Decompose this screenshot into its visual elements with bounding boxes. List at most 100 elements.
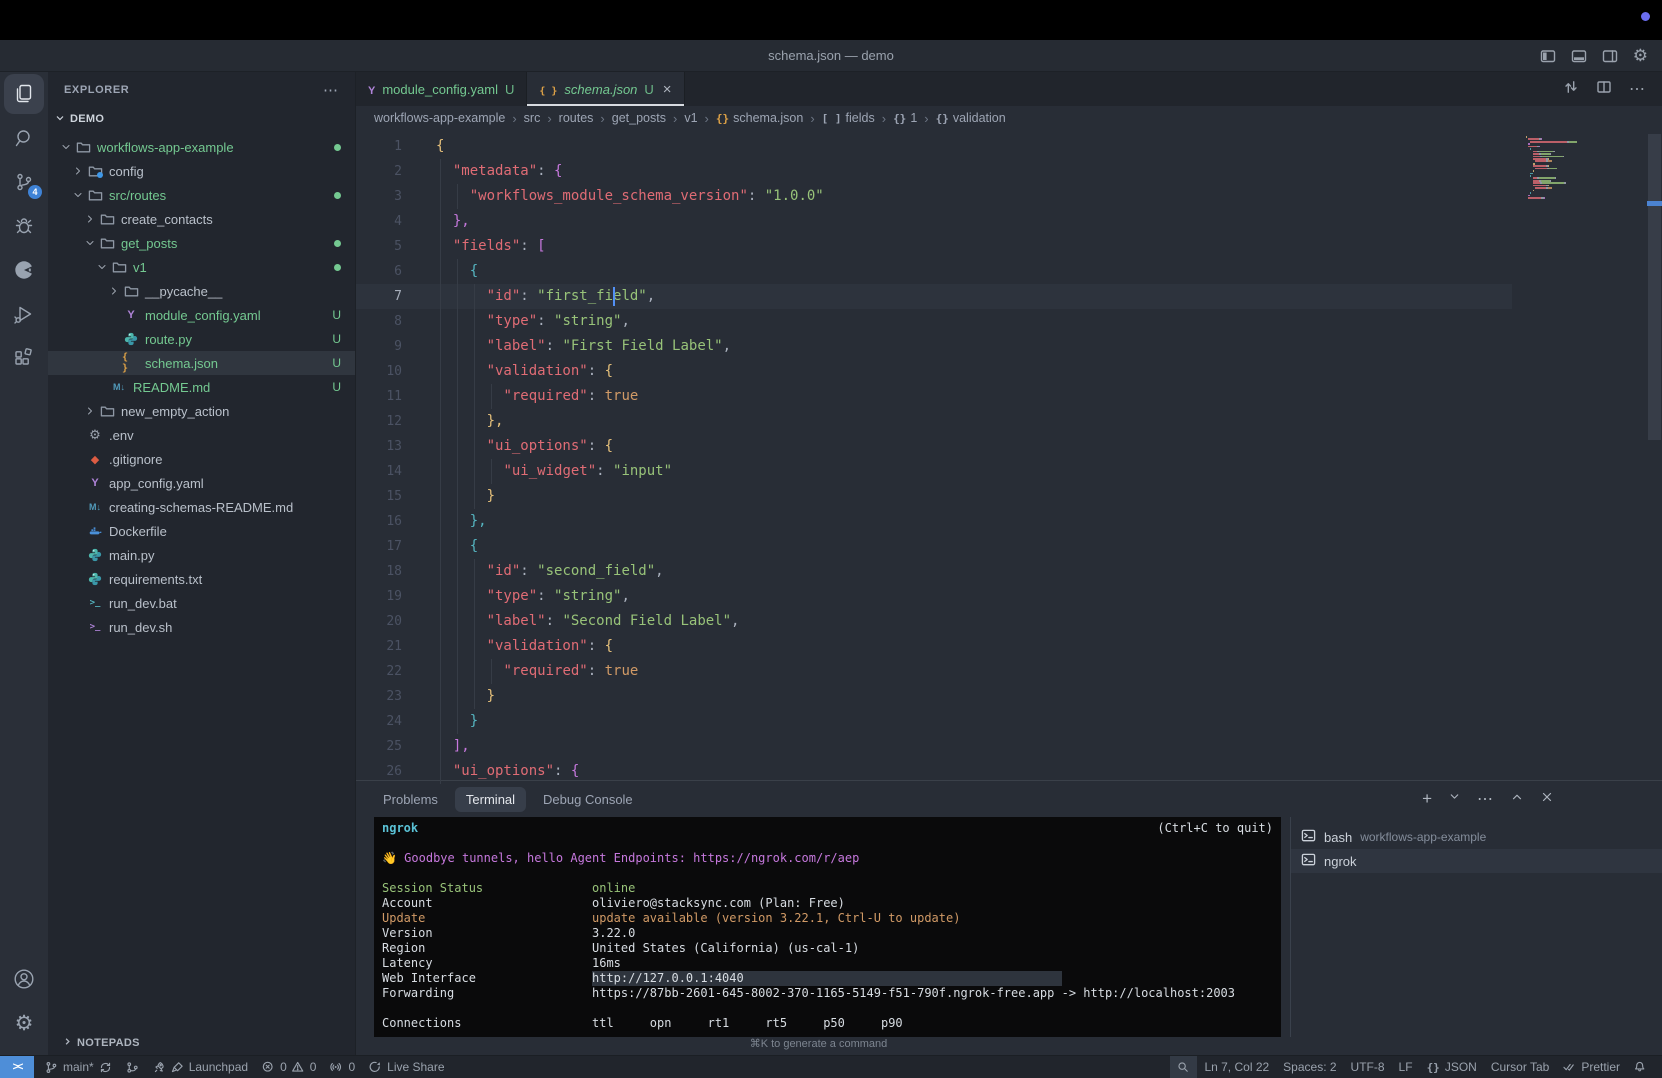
layout-sidebar-left-icon[interactable]	[1540, 48, 1556, 64]
tree-item-route.py[interactable]: route.pyU	[48, 327, 355, 351]
breadcrumb-item-src[interactable]: src	[524, 111, 541, 125]
breadcrumb-item-v1[interactable]: v1	[684, 111, 697, 125]
tree-item-requirements.txt[interactable]: requirements.txt	[48, 567, 355, 591]
terminal-output[interactable]: ngrok(Ctrl+C to quit) 👋 Goodbye tunnels,…	[374, 817, 1281, 1037]
tree-item-src/routes[interactable]: src/routes	[48, 183, 355, 207]
close-panel-icon[interactable]	[1540, 790, 1554, 809]
breadcrumb-label: get_posts	[612, 111, 666, 125]
tree-item-README.md[interactable]: M↓README.mdU	[48, 375, 355, 399]
tree-item-.gitignore[interactable]: ◆.gitignore	[48, 447, 355, 471]
tree-item-__pycache__[interactable]: __pycache__	[48, 279, 355, 303]
status-prettier[interactable]: Prettier	[1556, 1056, 1627, 1078]
scrollbar-thumb[interactable]	[1648, 134, 1661, 440]
settings-gear-icon[interactable]: ⚙	[1633, 47, 1648, 64]
tree-item-get_posts[interactable]: get_posts	[48, 231, 355, 255]
panel-tab-problems[interactable]: Problems	[372, 787, 449, 812]
status-git-branch[interactable]: main*	[38, 1056, 119, 1078]
status-problems[interactable]: 00	[255, 1056, 323, 1078]
breadcrumb-item-get_posts[interactable]: get_posts	[612, 111, 666, 125]
status-eol[interactable]: LF	[1392, 1056, 1420, 1078]
folder-icon	[98, 236, 116, 251]
breadcrumb-item-schema.json[interactable]: {}schema.json	[716, 111, 803, 125]
status-notifications[interactable]	[1627, 1056, 1654, 1078]
tree-item-Dockerfile[interactable]: Dockerfile	[48, 519, 355, 543]
activitybar-explorer[interactable]	[4, 74, 44, 114]
indent-guide	[474, 609, 475, 634]
symbol-icon: [ ]	[822, 112, 842, 125]
layout-panel-bottom-icon[interactable]	[1571, 48, 1587, 64]
indent-guide	[440, 459, 441, 484]
activitybar-settings[interactable]: ⚙	[4, 1003, 44, 1043]
maximize-panel-icon[interactable]	[1510, 790, 1524, 809]
activitybar-extensions[interactable]	[4, 338, 44, 378]
status-indentation[interactable]: Spaces: 2	[1276, 1056, 1343, 1078]
minimap[interactable]	[1526, 136, 1644, 199]
code-line-20: 20 "label": "Second Field Label",	[356, 609, 1512, 634]
remote-indicator[interactable]: ><	[0, 1056, 34, 1078]
tree-item-module_config.yaml[interactable]: Ymodule_config.yamlU	[48, 303, 355, 327]
activitybar-run-debug[interactable]	[4, 294, 44, 334]
chevron-right-icon	[62, 1036, 73, 1050]
editor-tab-bar: Ymodule_config.yamlU{ }schema.jsonU× ⋯	[356, 72, 1662, 106]
panel-tab-debug-console[interactable]: Debug Console	[532, 787, 644, 812]
tree-item-main.py[interactable]: main.py	[48, 543, 355, 567]
activitybar-bug[interactable]	[4, 206, 44, 246]
breadcrumb-item-1[interactable]: {}1	[893, 111, 917, 125]
tree-item-schema.json[interactable]: { }schema.jsonU	[48, 351, 355, 375]
editor-tab-module_config.yaml[interactable]: Ymodule_config.yamlU	[356, 72, 527, 106]
status-cursor-tab[interactable]: Cursor Tab	[1484, 1056, 1556, 1078]
breadcrumb-item-fields[interactable]: [ ]fields	[822, 111, 875, 125]
breadcrumb: workflows-app-example›src›routes›get_pos…	[356, 106, 1662, 130]
status-language-mode[interactable]: {}JSON	[1420, 1056, 1484, 1078]
yaml-icon: Y	[86, 477, 104, 489]
activitybar-search[interactable]	[4, 118, 44, 158]
terminal-list-item-ngrok[interactable]: ngrok	[1291, 849, 1662, 873]
close-icon[interactable]: ×	[663, 81, 672, 98]
indent-guide	[440, 759, 441, 784]
activitybar-account[interactable]	[4, 959, 44, 999]
status-git-graph[interactable]	[119, 1056, 146, 1078]
tree-item-.env[interactable]: ⚙.env	[48, 423, 355, 447]
more-icon[interactable]: ⋯	[1477, 789, 1494, 809]
status-encoding[interactable]: UTF-8	[1344, 1056, 1392, 1078]
breadcrumb-item-routes[interactable]: routes	[559, 111, 594, 125]
terminal-line: Web Interfacehttp://127.0.0.1:4040	[382, 971, 1273, 986]
split-editor-icon[interactable]	[1596, 79, 1612, 100]
layout-sidebar-right-icon[interactable]	[1602, 48, 1618, 64]
activity-bar: 4⚙	[0, 72, 48, 1055]
terminal-list-item-bash[interactable]: bashworkflows-app-example	[1291, 825, 1662, 849]
panel-tab-terminal[interactable]: Terminal	[455, 787, 526, 812]
tree-item-workflows-app-example[interactable]: workflows-app-example	[48, 135, 355, 159]
explorer-more-icon[interactable]: ⋯	[323, 81, 339, 99]
workspace-section-demo[interactable]: DEMO	[48, 107, 355, 131]
new-terminal-icon[interactable]: +	[1422, 790, 1432, 809]
status-live-share[interactable]: Live Share	[362, 1056, 451, 1078]
editor-tab-schema.json[interactable]: { }schema.jsonU×	[527, 72, 684, 106]
terminal-line: Version3.22.0	[382, 926, 1273, 941]
more-icon[interactable]: ⋯	[1629, 79, 1646, 99]
activitybar-source-control[interactable]: 4	[4, 162, 44, 202]
indent-guide	[440, 409, 441, 434]
launch-profile-chevron-icon[interactable]	[1448, 790, 1461, 808]
code-text: "required": true	[436, 384, 638, 409]
status-cursor-position[interactable]: Ln 7, Col 22	[1197, 1056, 1276, 1078]
breadcrumb-item-validation[interactable]: {}validation	[936, 111, 1006, 125]
tree-item-v1[interactable]: v1	[48, 255, 355, 279]
compare-changes-icon[interactable]	[1563, 79, 1579, 100]
tree-item-create_contacts[interactable]: create_contacts	[48, 207, 355, 231]
tree-item-run_dev.sh[interactable]: >_run_dev.sh	[48, 615, 355, 639]
status-search[interactable]	[1170, 1056, 1197, 1078]
tree-item-new_empty_action[interactable]: new_empty_action	[48, 399, 355, 423]
status-launchpad[interactable]: Launchpad	[146, 1056, 255, 1078]
activitybar-extension-circle[interactable]	[4, 250, 44, 290]
status-ports[interactable]: 0	[323, 1056, 362, 1078]
recording-indicator-dot	[1641, 12, 1650, 21]
breadcrumb-item-workflows-app-example[interactable]: workflows-app-example	[374, 111, 505, 125]
tree-item-config[interactable]: config	[48, 159, 355, 183]
terminal-value: United States (California) (us-cal-1)	[592, 941, 859, 956]
tree-item-creating-schemas-README.md[interactable]: M↓creating-schemas-README.md	[48, 495, 355, 519]
tree-item-run_dev.bat[interactable]: >_run_dev.bat	[48, 591, 355, 615]
tree-item-app_config.yaml[interactable]: Yapp_config.yaml	[48, 471, 355, 495]
code-editor[interactable]: 1{2 "metadata": {3 "workflows_module_sch…	[356, 130, 1662, 780]
notepads-section[interactable]: NOTEPADS	[48, 1031, 355, 1055]
